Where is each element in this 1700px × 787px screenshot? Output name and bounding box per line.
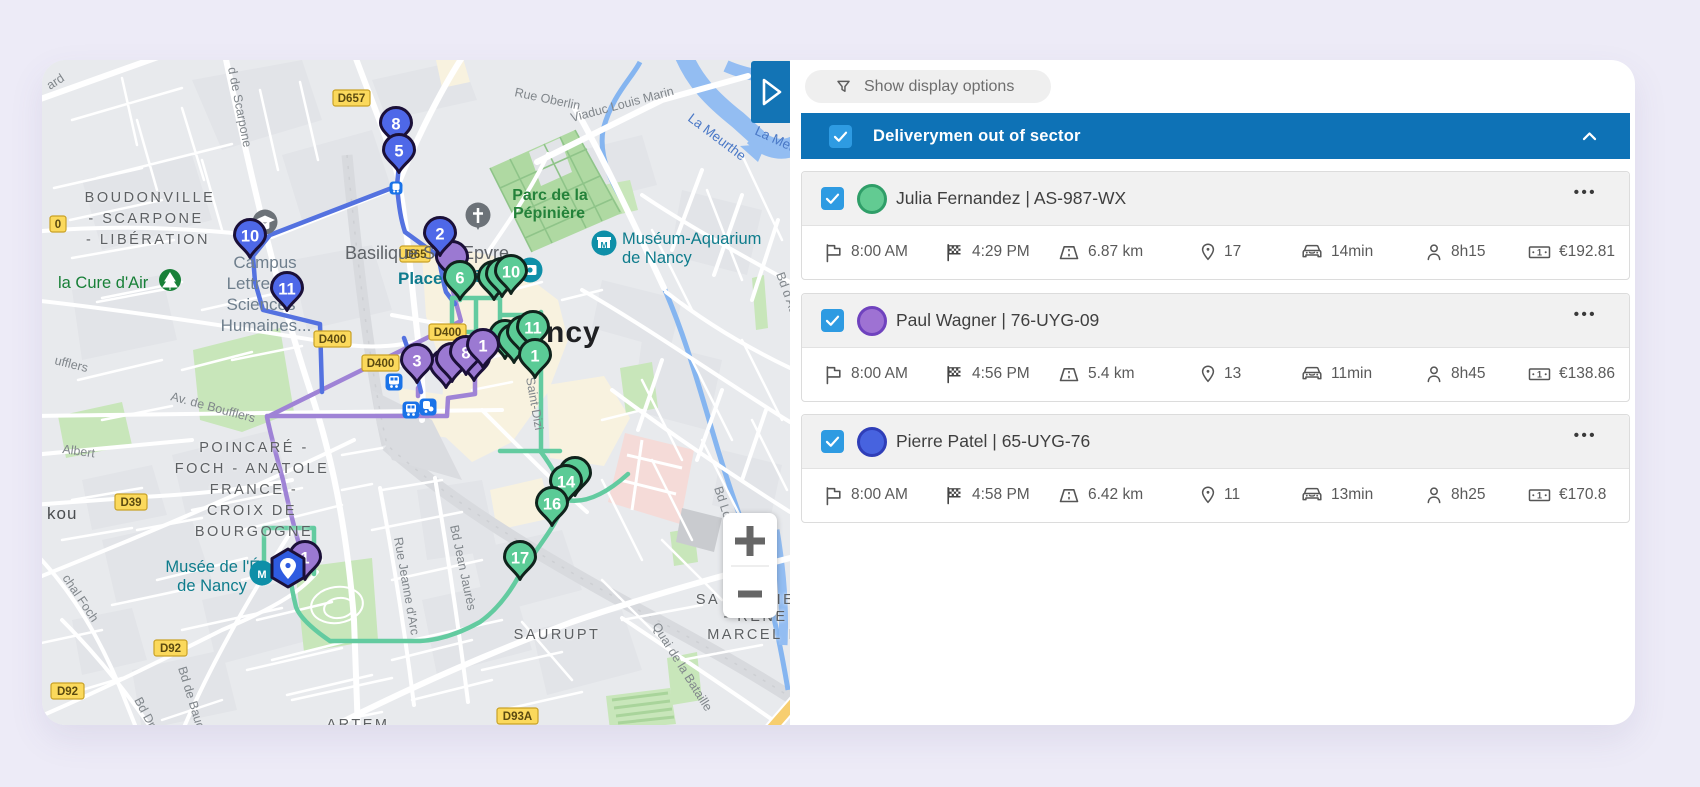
svg-text:8: 8: [391, 116, 400, 134]
svg-text:de Nancy: de Nancy: [177, 577, 247, 595]
svg-text:10: 10: [502, 264, 520, 282]
svg-text:SA: SA: [696, 592, 720, 608]
svg-text:- LIBÉRATION: - LIBÉRATION: [86, 231, 210, 248]
svg-text:ncy: ncy: [546, 316, 601, 349]
svg-text:IE: IE: [777, 592, 790, 608]
svg-text:Place: Place: [398, 269, 442, 288]
svg-text:- SCARPONE: - SCARPONE: [88, 211, 203, 227]
svg-text:D92: D92: [160, 643, 181, 655]
svg-text:1: 1: [1537, 370, 1542, 380]
svg-text:FRANCE -: FRANCE -: [210, 482, 298, 498]
svg-text:3: 3: [412, 353, 421, 371]
svg-text:1: 1: [1537, 491, 1542, 501]
svg-text:1: 1: [530, 348, 539, 366]
svg-text:Parc de la: Parc de la: [512, 187, 588, 204]
svg-text:D39: D39: [120, 497, 141, 509]
svg-text:D400: D400: [319, 334, 347, 346]
svg-text:de Nancy: de Nancy: [622, 249, 692, 267]
svg-text:Muséum-Aquarium: Muséum-Aquarium: [622, 230, 761, 248]
svg-text:la Cure d'Air: la Cure d'Air: [58, 274, 149, 292]
svg-text:11: 11: [278, 281, 295, 299]
svg-text:FOCH - ANATOLE: FOCH - ANATOLE: [175, 461, 330, 477]
svg-text:1: 1: [478, 338, 487, 356]
svg-text:D400: D400: [434, 327, 462, 339]
svg-text:D92: D92: [57, 686, 78, 698]
svg-text:BOUDONVILLE: BOUDONVILLE: [85, 190, 216, 206]
svg-text:M: M: [600, 240, 607, 250]
svg-text:MARCEL E: MARCEL E: [707, 627, 790, 643]
svg-text:CROIX DE: CROIX DE: [207, 503, 297, 519]
svg-text:D657: D657: [338, 93, 366, 105]
svg-text:M: M: [257, 569, 266, 581]
svg-text:BOURGOGNE: BOURGOGNE: [195, 524, 313, 540]
svg-text:2: 2: [435, 226, 444, 244]
svg-text:6: 6: [455, 270, 464, 288]
svg-text:10: 10: [241, 228, 259, 246]
svg-text:Campus: Campus: [233, 253, 296, 272]
svg-text:11: 11: [524, 320, 541, 338]
svg-text:1: 1: [1537, 248, 1542, 258]
svg-text:D400: D400: [367, 358, 395, 370]
svg-text:Pépinière: Pépinière: [513, 205, 585, 222]
svg-text:16: 16: [543, 496, 561, 514]
svg-text:17: 17: [511, 550, 529, 568]
svg-text:Humaines...: Humaines...: [221, 316, 312, 335]
svg-text:ARTEM: ARTEM: [327, 717, 390, 725]
svg-text:SAURUPT: SAURUPT: [514, 627, 601, 643]
svg-text:POINCARÉ -: POINCARÉ -: [199, 439, 309, 456]
svg-text:0: 0: [55, 219, 61, 231]
svg-text:5: 5: [394, 143, 403, 161]
svg-text:D93A: D93A: [503, 711, 532, 723]
svg-text:kou: kou: [47, 504, 77, 523]
